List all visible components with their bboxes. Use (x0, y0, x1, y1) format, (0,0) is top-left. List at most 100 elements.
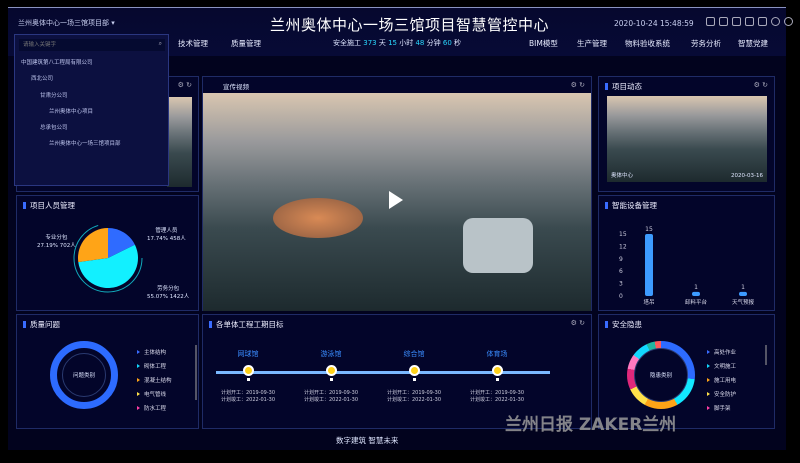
label-labor: 劳务分包 55.07% 1422人 (147, 286, 190, 300)
bar-value-label: 1 (694, 284, 698, 291)
monitor-icon[interactable] (745, 17, 754, 26)
nav-production[interactable]: 生产管理 (577, 38, 607, 49)
search-icon[interactable]: ⌕ (159, 40, 162, 48)
project-selector[interactable]: 兰州奥体中心一场三馆项目部 ▾ (18, 18, 115, 28)
play-icon[interactable] (389, 191, 403, 209)
footer-slogan: 数字建筑 智慧未来 (336, 436, 399, 445)
nav-labor[interactable]: 劳务分析 (691, 38, 721, 49)
panel-title: 各单体工程工期目标 (209, 319, 284, 330)
settings-refresh-icons[interactable]: ⚙ ↻ (571, 319, 585, 327)
y-tick: 0 (619, 293, 623, 300)
legend-marker-icon (707, 392, 710, 396)
y-tick: 12 (619, 243, 627, 250)
user-icon[interactable] (784, 17, 793, 26)
x-tick: 卸料平台 (685, 298, 708, 306)
settings-refresh-icons[interactable]: ⚙ ↻ (178, 81, 192, 89)
tree-item[interactable]: 中国建筑第八工程局有限公司 (21, 58, 93, 66)
nav-material[interactable]: 物料验收系统 (625, 38, 670, 49)
building-shape (463, 218, 533, 273)
legend-item[interactable]: 施工用电 (707, 376, 736, 384)
news-panel: 项目动态 ⚙ ↻ 奥体中心 2020-03-16 (598, 76, 775, 192)
donut-center-label: 问题类别 (62, 353, 106, 397)
label-management: 管理人员 17.74% 458人 (147, 228, 186, 242)
nav-party[interactable]: 智慧党建 (738, 38, 768, 49)
y-tick: 9 (619, 256, 623, 263)
nav-quality[interactable]: 质量管理 (231, 38, 261, 49)
tree-item[interactable]: 甘肃分公司 (40, 91, 68, 99)
datetime: 2020-10-24 15:48:59 (614, 19, 694, 28)
legend-marker-icon (707, 364, 710, 368)
panel-title: 项目动态 (605, 81, 642, 92)
safety-donut: 隐患类别 (627, 341, 695, 409)
y-tick: 15 (619, 231, 627, 238)
news-image (167, 97, 192, 187)
news-image[interactable]: 奥体中心 2020-03-16 (607, 96, 767, 182)
label-subcontract: 专业分包 27.19% 702人 (37, 235, 76, 249)
nav-tech[interactable]: 技术管理 (178, 38, 208, 49)
bar-value-label: 1 (741, 284, 745, 291)
milestone-dot (242, 365, 254, 376)
nav-bim[interactable]: BIM模型 (529, 38, 558, 49)
milestone-dot (408, 365, 420, 376)
milestone-dot (491, 365, 503, 376)
devices-panel: 智能设备管理 15 12 9 6 3 0 15 塔吊 1 卸料平台 1 天气预报 (598, 195, 775, 311)
bar (645, 234, 653, 296)
org-dropdown: ⌕ 中国建筑第八工程局有限公司 西北公司 甘肃分公司 兰州奥体中心项目 总承包公… (14, 34, 169, 186)
legend-item[interactable]: 电气管线 (137, 390, 172, 398)
milestone[interactable]: 游泳馆 计划开工：2019-09-30 计划竣工：2022-01-30 (291, 349, 371, 403)
scrollbar[interactable] (195, 345, 197, 400)
legend-marker-icon (137, 406, 140, 410)
bell-icon[interactable] (706, 17, 715, 26)
milestone[interactable]: 网球馆 计划开工：2019-09-30 计划竣工：2022-01-30 (208, 349, 288, 403)
legend-marker-icon (707, 406, 710, 410)
milestone-dot (325, 365, 337, 376)
calendar-icon[interactable] (732, 17, 741, 26)
bar (739, 291, 747, 296)
milestone[interactable]: 综合馆 计划开工：2019-09-30 计划竣工：2022-01-30 (374, 349, 454, 403)
news-caption: 奥体中心 (611, 173, 634, 179)
scrollbar[interactable] (765, 345, 767, 365)
tree-item[interactable]: 西北公司 (31, 74, 53, 82)
quality-legend: 主体结构砌体工程混凝土结构电气管线防水工程 (137, 348, 172, 418)
legend-item[interactable]: 防水工程 (137, 404, 172, 412)
watermark: 兰州日报 ZAKER兰州 (505, 415, 677, 435)
legend-item[interactable]: 脚手架 (707, 404, 736, 412)
milestone[interactable]: 体育场 计划开工：2019-09-30 计划竣工：2022-01-30 (457, 349, 537, 403)
quality-panel: 质量问题 问题类别 主体结构 砌体工程 混凝土结构 电气管线 防水工程 (16, 314, 199, 429)
y-tick: 3 (619, 281, 623, 288)
safety-counter: 安全施工 373 天 15 小时 48 分钟 60 秒 (333, 39, 462, 47)
settings-refresh-icons[interactable]: ⚙ ↻ (754, 81, 768, 89)
tree-item[interactable]: 总承包公司 (40, 123, 68, 131)
legend-marker-icon (137, 378, 140, 382)
video-panel: 宣传视频 ⚙ ↻ (202, 76, 592, 311)
page-title: 兰州奥体中心一场三馆项目智慧管控中心 (270, 16, 550, 34)
settings-refresh-icons[interactable]: ⚙ ↻ (571, 81, 585, 89)
legend-marker-icon (137, 392, 140, 396)
help-icon[interactable] (771, 17, 780, 26)
stadium-shape (273, 198, 363, 238)
legend-item[interactable]: 高处作业 (707, 348, 736, 356)
bar (692, 291, 700, 296)
tree-item[interactable]: 兰州奥体中心一场三馆项目部 (49, 139, 121, 147)
shirt-icon[interactable] (758, 17, 767, 26)
clock-icon[interactable] (719, 17, 728, 26)
org-search-input[interactable] (19, 39, 165, 51)
panel-title: 安全隐患 (605, 319, 642, 330)
x-tick: 天气预报 (732, 298, 755, 306)
quality-donut: 问题类别 (50, 341, 118, 409)
legend-item[interactable]: 混凝土结构 (137, 376, 172, 384)
tree-item[interactable]: 兰州奥体中心项目 (49, 107, 93, 115)
staff-panel: 项目人员管理 管理人员 17.74% 458人 劳务分包 55.07% 1422人 … (16, 195, 199, 311)
legend-item[interactable]: 主体结构 (137, 348, 172, 356)
news-date: 2020-03-16 (731, 173, 763, 179)
legend-marker-icon (137, 364, 140, 368)
video-player[interactable] (203, 93, 591, 311)
donut-center-label: 隐患类别 (634, 348, 688, 402)
safety-legend: 高处作业文明施工施工用电安全防护脚手架 (707, 348, 736, 418)
bar-value-label: 15 (645, 226, 653, 233)
legend-item[interactable]: 安全防护 (707, 390, 736, 398)
pie-slice (78, 228, 108, 263)
legend-item[interactable]: 砌体工程 (137, 362, 172, 370)
legend-item[interactable]: 文明施工 (707, 362, 736, 370)
y-tick: 6 (619, 268, 623, 275)
